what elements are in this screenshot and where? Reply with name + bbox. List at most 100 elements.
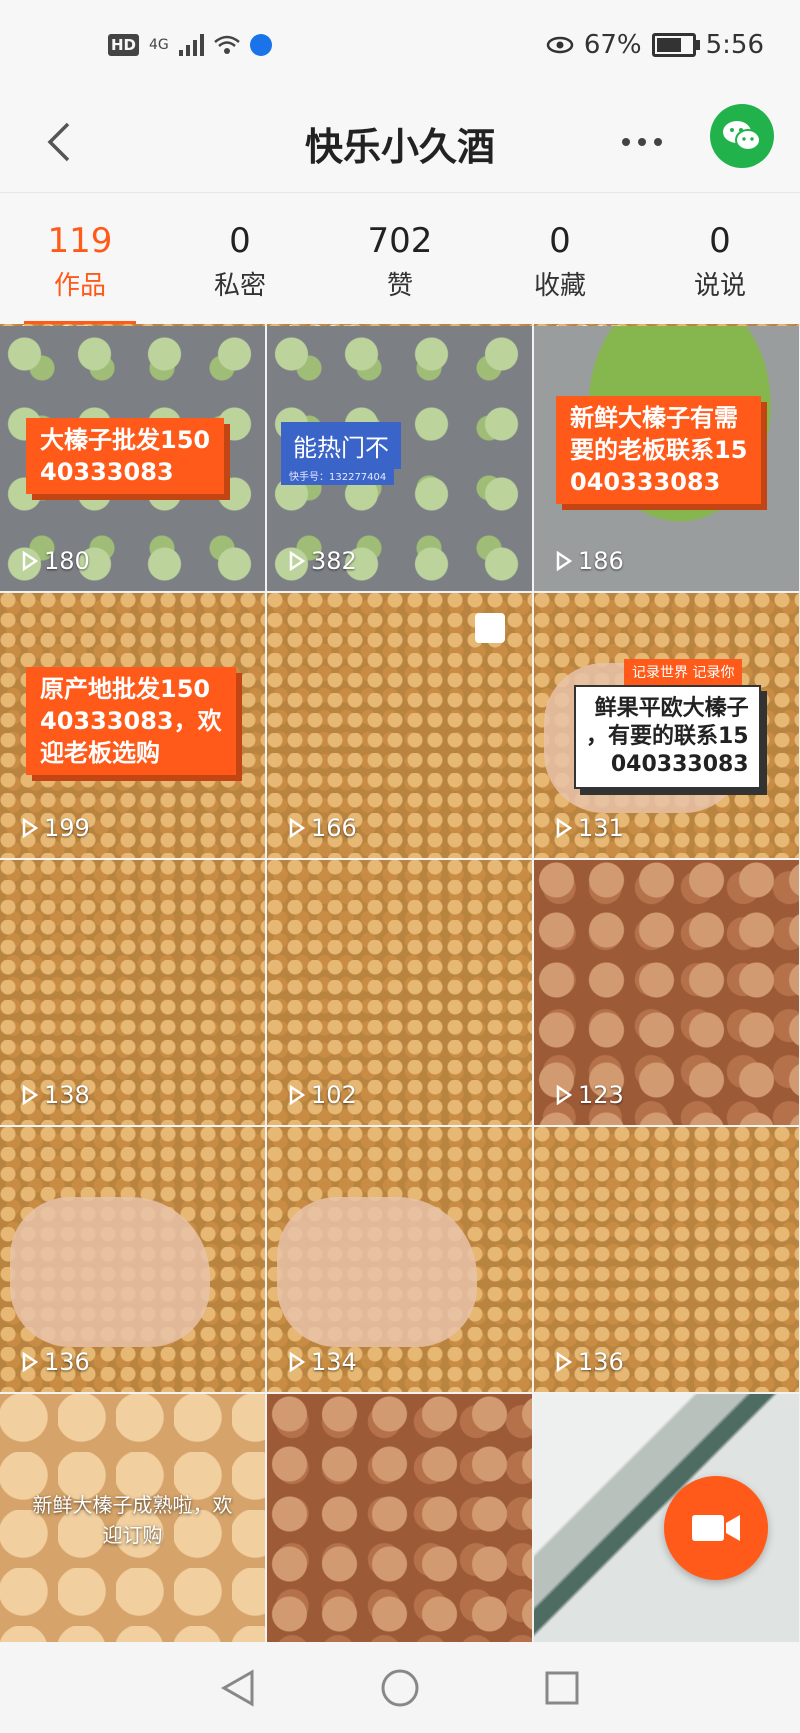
play-icon <box>556 818 572 838</box>
system-nav-bar <box>0 1642 800 1733</box>
play-count-text: 134 <box>311 1348 357 1376</box>
video-thumbnail[interactable]: 102 <box>267 860 532 1125</box>
nav-recents-icon <box>545 1671 579 1704</box>
play-icon <box>289 551 305 571</box>
battery-icon <box>651 33 700 57</box>
tab-label: 私密 <box>213 271 266 301</box>
video-thumbnail[interactable]: 138 <box>0 860 265 1125</box>
status-left: HD 4G <box>108 34 272 56</box>
play-count-text: 166 <box>311 814 357 842</box>
video-thumbnail[interactable]: 新鲜大榛子成熟啦，欢 迎订购 <box>0 1394 265 1642</box>
signal-icon <box>178 34 204 56</box>
tab-private[interactable]: 0 私密 <box>160 193 320 325</box>
video-thumbnail[interactable]: 记录世界 记录你 鲜果平欧大榛子 ，有要的联系15 040333083 131 <box>534 593 799 858</box>
play-count-text: 136 <box>44 1348 90 1376</box>
play-count: 186 <box>556 547 624 575</box>
video-caption: 能热门不 <box>281 422 401 469</box>
play-icon <box>289 818 305 838</box>
play-count: 199 <box>22 814 90 842</box>
wechat-icon <box>723 121 761 151</box>
play-count-text: 180 <box>44 547 90 575</box>
play-count: 123 <box>556 1081 624 1109</box>
video-thumbnail[interactable]: 166 <box>267 593 532 858</box>
play-count-text: 186 <box>578 547 624 575</box>
play-count: 180 <box>22 547 90 575</box>
wechat-share-button[interactable] <box>710 104 774 168</box>
hd-indicator: HD <box>108 34 140 56</box>
record-video-button[interactable] <box>664 1476 768 1580</box>
play-icon <box>556 551 572 571</box>
nav-home-icon <box>381 1669 419 1706</box>
play-icon <box>556 1352 572 1372</box>
image-album-icon <box>475 613 505 643</box>
tab-label: 作品 <box>53 271 106 301</box>
play-icon <box>289 1085 305 1105</box>
tab-count: 0 <box>709 221 731 261</box>
more-options-icon[interactable] <box>620 122 664 162</box>
nav-back-button[interactable] <box>217 1667 259 1709</box>
tab-label: 收藏 <box>533 271 586 301</box>
video-thumbnail[interactable]: 134 <box>267 1127 532 1392</box>
play-icon <box>289 1352 305 1372</box>
clock: 5:56 <box>705 30 764 60</box>
nav-back-icon <box>220 1668 254 1707</box>
browser-notification-icon <box>249 34 272 56</box>
tab-works[interactable]: 119 作品 <box>0 193 160 325</box>
play-icon <box>556 1085 572 1105</box>
play-count: 138 <box>22 1081 90 1109</box>
tab-label: 说说 <box>693 271 746 301</box>
play-icon <box>22 1352 38 1372</box>
battery-percent: 67% <box>583 30 642 60</box>
play-count-text: 131 <box>578 814 624 842</box>
play-count: 136 <box>556 1348 624 1376</box>
nav-home-button[interactable] <box>379 1667 421 1709</box>
play-count: 134 <box>289 1348 357 1376</box>
video-subcaption: 快手号：132277404 <box>281 466 395 485</box>
video-caption: 新鲜大榛子成熟啦，欢 迎订购 <box>32 1493 233 1547</box>
tab-count: 0 <box>549 221 571 261</box>
profile-title: 快乐小久酒 <box>304 125 495 169</box>
play-icon <box>22 1085 38 1105</box>
status-bar: HD 4G 67% 5:56 <box>0 0 800 96</box>
video-caption: 原产地批发150 40333083，欢 迎老板选购 <box>26 667 236 775</box>
video-thumbnail[interactable]: 136 <box>0 1127 265 1392</box>
play-count-text: 102 <box>311 1081 357 1109</box>
play-count-text: 136 <box>578 1348 624 1376</box>
video-thumbnail[interactable]: 原产地批发150 40333083，欢 迎老板选购 199 <box>0 593 265 858</box>
play-count-text: 123 <box>578 1081 624 1109</box>
video-tag: 记录世界 记录你 <box>624 659 743 685</box>
video-thumbnail[interactable]: 新鲜大榛子有需 要的老板联系15 040333083 186 <box>534 326 799 591</box>
play-count: 382 <box>289 547 357 575</box>
eye-icon <box>546 36 574 54</box>
play-count: 131 <box>556 814 624 842</box>
app-header: 快乐小久酒 <box>0 96 800 192</box>
tab-label: 赞 <box>386 271 413 301</box>
tab-likes[interactable]: 702 赞 <box>320 193 480 325</box>
video-thumbnail[interactable]: 能热门不 快手号：132277404 382 <box>267 326 532 591</box>
status-right: 67% 5:56 <box>546 30 764 60</box>
video-thumbnail[interactable]: 123 <box>534 860 799 1125</box>
video-thumbnail[interactable] <box>267 1394 532 1642</box>
tab-favorites[interactable]: 0 收藏 <box>480 193 640 325</box>
network-type: 4G <box>149 37 169 53</box>
profile-tabs: 119 作品 0 私密 702 赞 0 收藏 0 说说 <box>0 192 800 326</box>
tab-count: 702 <box>367 221 433 261</box>
play-count-text: 382 <box>311 547 357 575</box>
video-camera-icon <box>692 1515 740 1541</box>
video-caption: 鲜果平欧大榛子 ，有要的联系15 040333083 <box>574 685 761 789</box>
play-count: 102 <box>289 1081 357 1109</box>
wifi-icon <box>213 35 240 54</box>
video-caption: 大榛子批发150 40333083 <box>26 418 225 494</box>
video-grid: 137 227 205 大榛子批发150 40333083 180 能热门不 快… <box>0 324 800 1642</box>
tab-posts[interactable]: 0 说说 <box>640 193 800 325</box>
play-icon <box>22 818 38 838</box>
tab-count: 119 <box>47 221 113 261</box>
video-thumbnail[interactable]: 大榛子批发150 40333083 180 <box>0 326 265 591</box>
nav-recents-button[interactable] <box>541 1667 583 1709</box>
video-thumbnail[interactable]: 136 <box>534 1127 799 1392</box>
play-count: 136 <box>22 1348 90 1376</box>
play-count-text: 199 <box>44 814 90 842</box>
play-count: 166 <box>289 814 357 842</box>
video-caption: 新鲜大榛子有需 要的老板联系15 040333083 <box>556 396 762 504</box>
play-icon <box>22 551 38 571</box>
